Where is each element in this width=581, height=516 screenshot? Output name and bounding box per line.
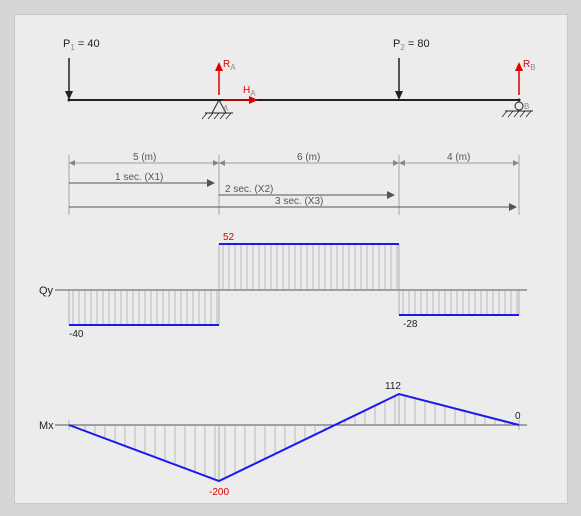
mx-diagram: Mx 112 0 -200 bbox=[39, 381, 527, 498]
svg-text:5 (m): 5 (m) bbox=[133, 152, 156, 163]
ra-label: R bbox=[223, 59, 230, 70]
sec3-label: 3 sec. (X3) bbox=[275, 196, 323, 207]
section-arrows: 1 sec. (X1) 2 sec. (X2) 3 sec. (X3) bbox=[69, 172, 517, 211]
mx-val-112: 112 bbox=[385, 381, 401, 392]
p1-label: P bbox=[63, 38, 70, 50]
span3-len: 4 bbox=[447, 152, 453, 163]
qy-val-m40: -40 bbox=[69, 329, 84, 340]
span1-unit: (m) bbox=[141, 152, 156, 163]
mx-label: Mx bbox=[39, 420, 54, 432]
ha-sub: A bbox=[250, 89, 256, 98]
qy-diagram: Qy 52 -40 -28 bbox=[39, 232, 527, 340]
load-p2: P2 = 80 bbox=[393, 38, 430, 100]
span-dimensions: 5 (m) 6 (m) 4 (m) bbox=[69, 152, 519, 166]
sec1-label: 1 sec. (X1) bbox=[115, 172, 163, 183]
load-p1: P1 = 40 bbox=[63, 38, 100, 100]
support-b: B RB bbox=[502, 59, 536, 117]
svg-text:RB: RB bbox=[523, 59, 536, 72]
rb-label: R bbox=[523, 59, 530, 70]
svg-text:P1 = 40: P1 = 40 bbox=[63, 38, 100, 52]
ra-sub: A bbox=[230, 63, 236, 72]
sec2-label: 2 sec. (X2) bbox=[225, 184, 273, 195]
qy-val-m28: -28 bbox=[403, 319, 418, 330]
rb-sub: B bbox=[530, 63, 535, 72]
qy-label: Qy bbox=[39, 285, 54, 297]
qy-val-52: 52 bbox=[223, 232, 235, 243]
support-b-label: B bbox=[524, 102, 529, 111]
beam-panel: P1 = 40 P2 = 80 A RA bbox=[63, 38, 536, 119]
mx-line bbox=[69, 394, 519, 481]
ha-label: H bbox=[243, 85, 250, 96]
p2-value: 80 bbox=[417, 38, 429, 50]
svg-text:RA: RA bbox=[223, 59, 236, 72]
support-a-label: A bbox=[223, 104, 229, 113]
mx-val-m200: -200 bbox=[209, 487, 229, 498]
support-a: A RA HA bbox=[202, 59, 258, 119]
mx-val-0: 0 bbox=[515, 411, 521, 422]
svg-text:HA: HA bbox=[243, 85, 256, 98]
span3-unit: (m) bbox=[455, 152, 470, 163]
svg-text:P2 = 80: P2 = 80 bbox=[393, 38, 430, 52]
p2-label: P bbox=[393, 38, 400, 50]
span2-unit: (m) bbox=[305, 152, 320, 163]
span1-len: 5 bbox=[133, 152, 139, 163]
svg-text:6 (m): 6 (m) bbox=[297, 152, 320, 163]
p1-value: 40 bbox=[87, 38, 99, 50]
span2-len: 6 bbox=[297, 152, 303, 163]
dimension-panel: 5 (m) 6 (m) 4 (m) 1 sec. (X1) 2 sec. (X2… bbox=[69, 152, 519, 215]
svg-text:4 (m): 4 (m) bbox=[447, 152, 470, 163]
